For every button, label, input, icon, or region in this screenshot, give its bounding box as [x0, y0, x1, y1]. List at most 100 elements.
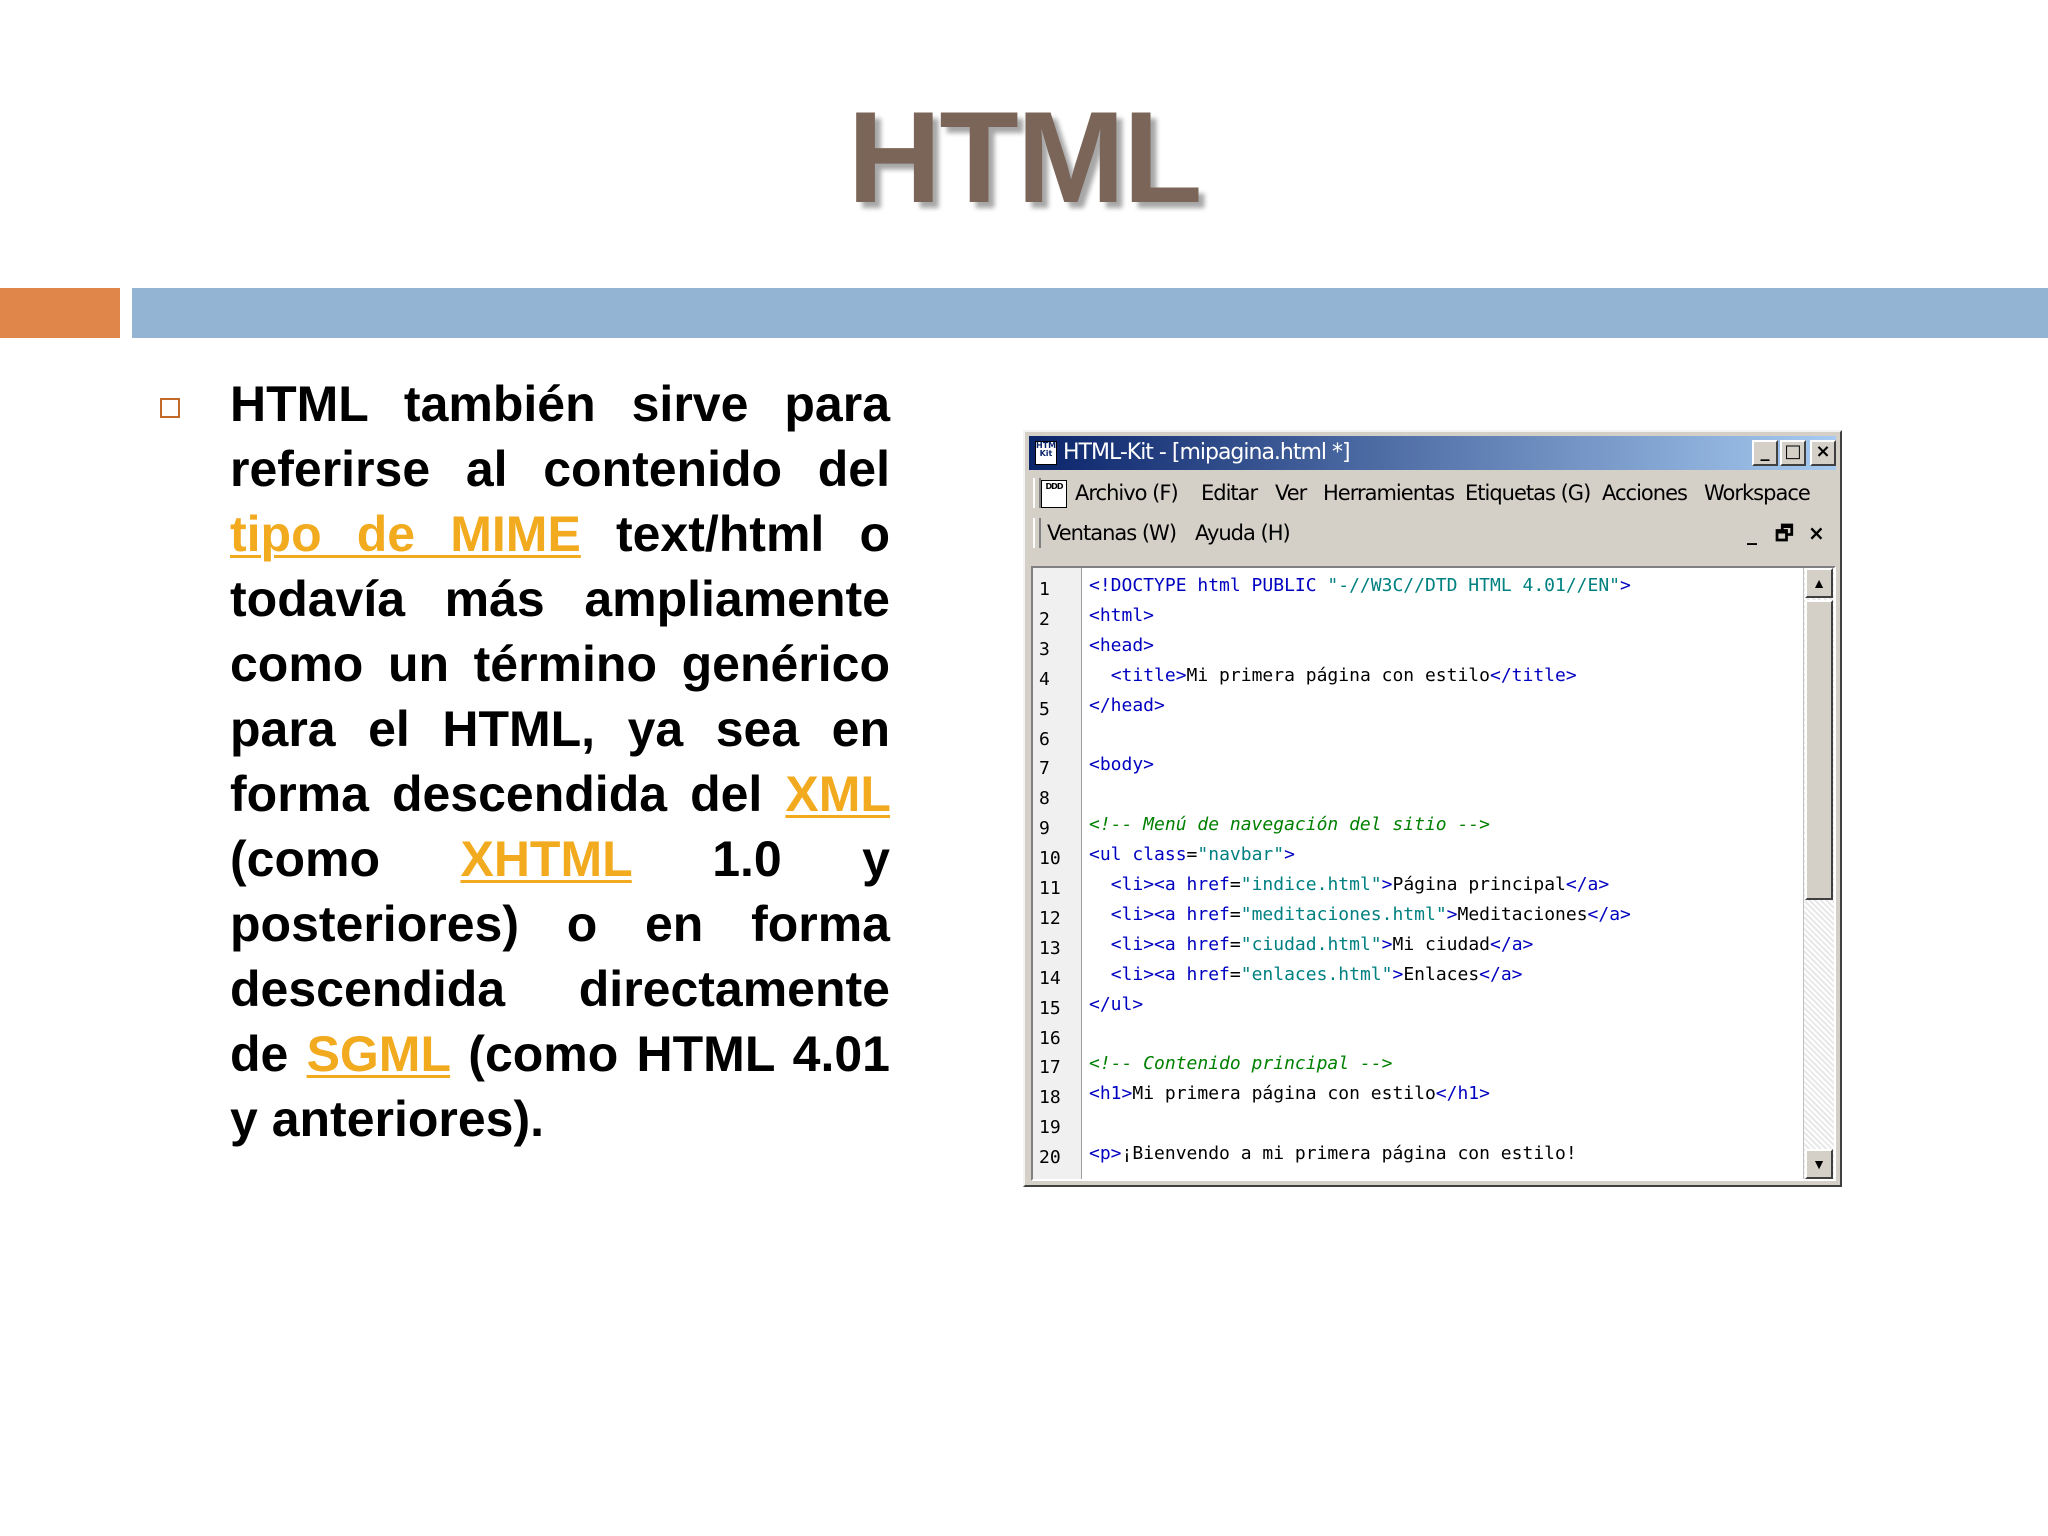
mdi-restore-button[interactable]: 🗗 [1775, 520, 1794, 546]
menu-herramientas[interactable]: Herramientas [1323, 480, 1455, 506]
code-token: </head> [1089, 694, 1165, 716]
line-number: 16 [1039, 1027, 1061, 1049]
code-line[interactable]: <!-- Contenido principal --> [1089, 1054, 1392, 1074]
code-token: <!DOCTYPE html PUBLIC [1089, 575, 1328, 596]
orange-accent-bar [0, 288, 120, 338]
code-token: <head> [1089, 634, 1155, 656]
code-token: </ul> [1089, 993, 1144, 1015]
code-line[interactable]: <p>¡Bienvendo a mi primera página con es… [1089, 1144, 1577, 1164]
menu-acciones[interactable]: Acciones [1602, 480, 1688, 506]
code-token: = [1229, 933, 1241, 955]
code-line[interactable]: <li><a href="ciudad.html">Mi ciudad</a> [1089, 933, 1534, 955]
code-editor[interactable]: 1 2 3 4 5 6 7 8 9 10 11 12 13 14 15 16 17 18 19 20 <!DOCTYP… [1031, 566, 1836, 1181]
code-token: "ciudad.html" [1240, 933, 1382, 955]
code-line[interactable]: </ul> [1089, 993, 1144, 1015]
code-line[interactable]: <!DOCTYPE html PUBLIC "-//W3C//DTD HTML … [1089, 576, 1631, 596]
code-token: </h1> [1435, 1083, 1490, 1105]
code-token: > [1392, 963, 1404, 985]
code-token: Enlaces [1403, 963, 1480, 985]
minimize-button[interactable]: _ [1752, 440, 1778, 466]
code-line[interactable]: <li><a href="meditaciones.html">Meditaci… [1089, 903, 1631, 925]
code-token: <!-- Menú de navegación del sitio --> [1089, 814, 1490, 836]
link-tipo-de-mime[interactable]: tipo de MIME [230, 506, 581, 562]
line-number: 11 [1039, 878, 1061, 899]
mdi-close-button[interactable]: × [1808, 520, 1825, 546]
code-token: href [1186, 903, 1230, 925]
window-title: HTML-Kit - [mipagina.html *] [1063, 440, 1351, 465]
code-line[interactable]: <ul class="navbar"> [1089, 845, 1295, 865]
code-line[interactable]: <!-- Menú de navegación del sitio --> [1089, 815, 1490, 835]
menu-etiquetas[interactable]: Etiquetas (G) [1465, 480, 1591, 506]
menu-editar[interactable]: Editar [1201, 480, 1258, 506]
code-token: <body> [1089, 754, 1155, 776]
line-number: 10 [1039, 848, 1061, 870]
document-icon[interactable]: DDD [1041, 480, 1067, 508]
code-token: class [1132, 844, 1187, 866]
toolbar-grip-handle[interactable] [1033, 478, 1041, 508]
close-button[interactable]: × [1810, 440, 1836, 466]
line-number: 6 [1039, 728, 1050, 750]
menu-ver[interactable]: Ver [1275, 480, 1307, 506]
code-line[interactable]: <li><a href="indice.html">Página princip… [1089, 874, 1610, 895]
line-number: 4 [1039, 668, 1050, 690]
scroll-down-arrow-icon[interactable]: ▼ [1805, 1149, 1833, 1179]
line-number: 2 [1039, 608, 1050, 630]
code-token: "navbar" [1197, 844, 1285, 866]
toolbar-grip-handle[interactable] [1033, 518, 1041, 548]
bullet-square-icon [160, 398, 180, 418]
code-token: = [1229, 963, 1241, 985]
code-line[interactable]: <h1>Mi primera página con estilo</h1> [1089, 1084, 1490, 1104]
menu-ayuda[interactable]: Ayuda (H) [1195, 520, 1291, 546]
slide-title: HTML [847, 84, 1203, 230]
window-titlebar[interactable]: HTML Kit HTML-Kit - [mipagina.html *] _ … [1029, 436, 1836, 470]
menu-bar-row-2: Ventanas (W) Ayuda (H) _ 🗗 × [1029, 514, 1836, 552]
html-kit-app-icon[interactable]: HTML Kit [1035, 441, 1057, 465]
code-token: "meditaciones.html" [1240, 903, 1447, 925]
menu-archivo[interactable]: Archivo (F) [1075, 480, 1179, 506]
vertical-scrollbar[interactable]: ▲ ▼ [1803, 568, 1834, 1179]
code-token: </a> [1490, 933, 1534, 955]
code-token: > [1284, 844, 1295, 866]
menu-workspace[interactable]: Workspace [1704, 480, 1811, 506]
link-xhtml[interactable]: XHTML [460, 831, 631, 887]
code-token: > [1446, 903, 1458, 925]
body-paragraph: HTML también sirve para referirse al con… [230, 372, 890, 1152]
maximize-button[interactable]: □ [1780, 440, 1806, 466]
code-line[interactable]: <head> [1089, 634, 1155, 656]
line-number: 15 [1039, 997, 1061, 1019]
code-token: Mi primera página con estilo [1132, 1083, 1436, 1105]
mdi-minimize-button[interactable]: _ [1747, 520, 1757, 546]
code-token: <li><a [1110, 963, 1187, 985]
code-token: <p> [1089, 1143, 1122, 1165]
scroll-up-arrow-icon[interactable]: ▲ [1805, 568, 1833, 598]
html-kit-window: HTML Kit HTML-Kit - [mipagina.html *] _ … [1023, 430, 1842, 1187]
code-line[interactable]: <title>Mi primera página con estilo</tit… [1089, 664, 1577, 686]
code-token: = [1229, 874, 1241, 895]
code-line[interactable]: <body> [1089, 755, 1154, 775]
link-sgml[interactable]: SGML [307, 1026, 451, 1082]
code-token: </a> [1565, 874, 1610, 895]
line-number: 13 [1039, 937, 1061, 959]
line-number: 14 [1039, 967, 1061, 989]
line-number: 19 [1039, 1117, 1061, 1139]
code-line[interactable]: <li><a href="enlaces.html">Enlaces</a> [1089, 963, 1523, 985]
code-token: <li><a [1110, 933, 1187, 955]
code-token: ¡Bienvendo a mi primera página con estil… [1121, 1143, 1577, 1165]
scrollbar-thumb[interactable] [1805, 600, 1833, 900]
code-token: Mi ciudad [1392, 933, 1491, 955]
code-token: </title> [1489, 664, 1577, 686]
menu-ventanas[interactable]: Ventanas (W) [1047, 520, 1177, 546]
line-number: 7 [1039, 758, 1050, 780]
line-number: 1 [1039, 579, 1050, 600]
code-token: > [1620, 575, 1631, 596]
line-number: 18 [1039, 1087, 1061, 1109]
code-line[interactable]: <html> [1089, 605, 1154, 626]
link-xml[interactable]: XML [785, 766, 890, 822]
code-token: > [1381, 933, 1393, 955]
code-token: > [1381, 874, 1393, 895]
code-token: = [1186, 844, 1198, 866]
code-line[interactable]: </head> [1089, 694, 1165, 716]
code-token: "enlaces.html" [1240, 963, 1393, 985]
